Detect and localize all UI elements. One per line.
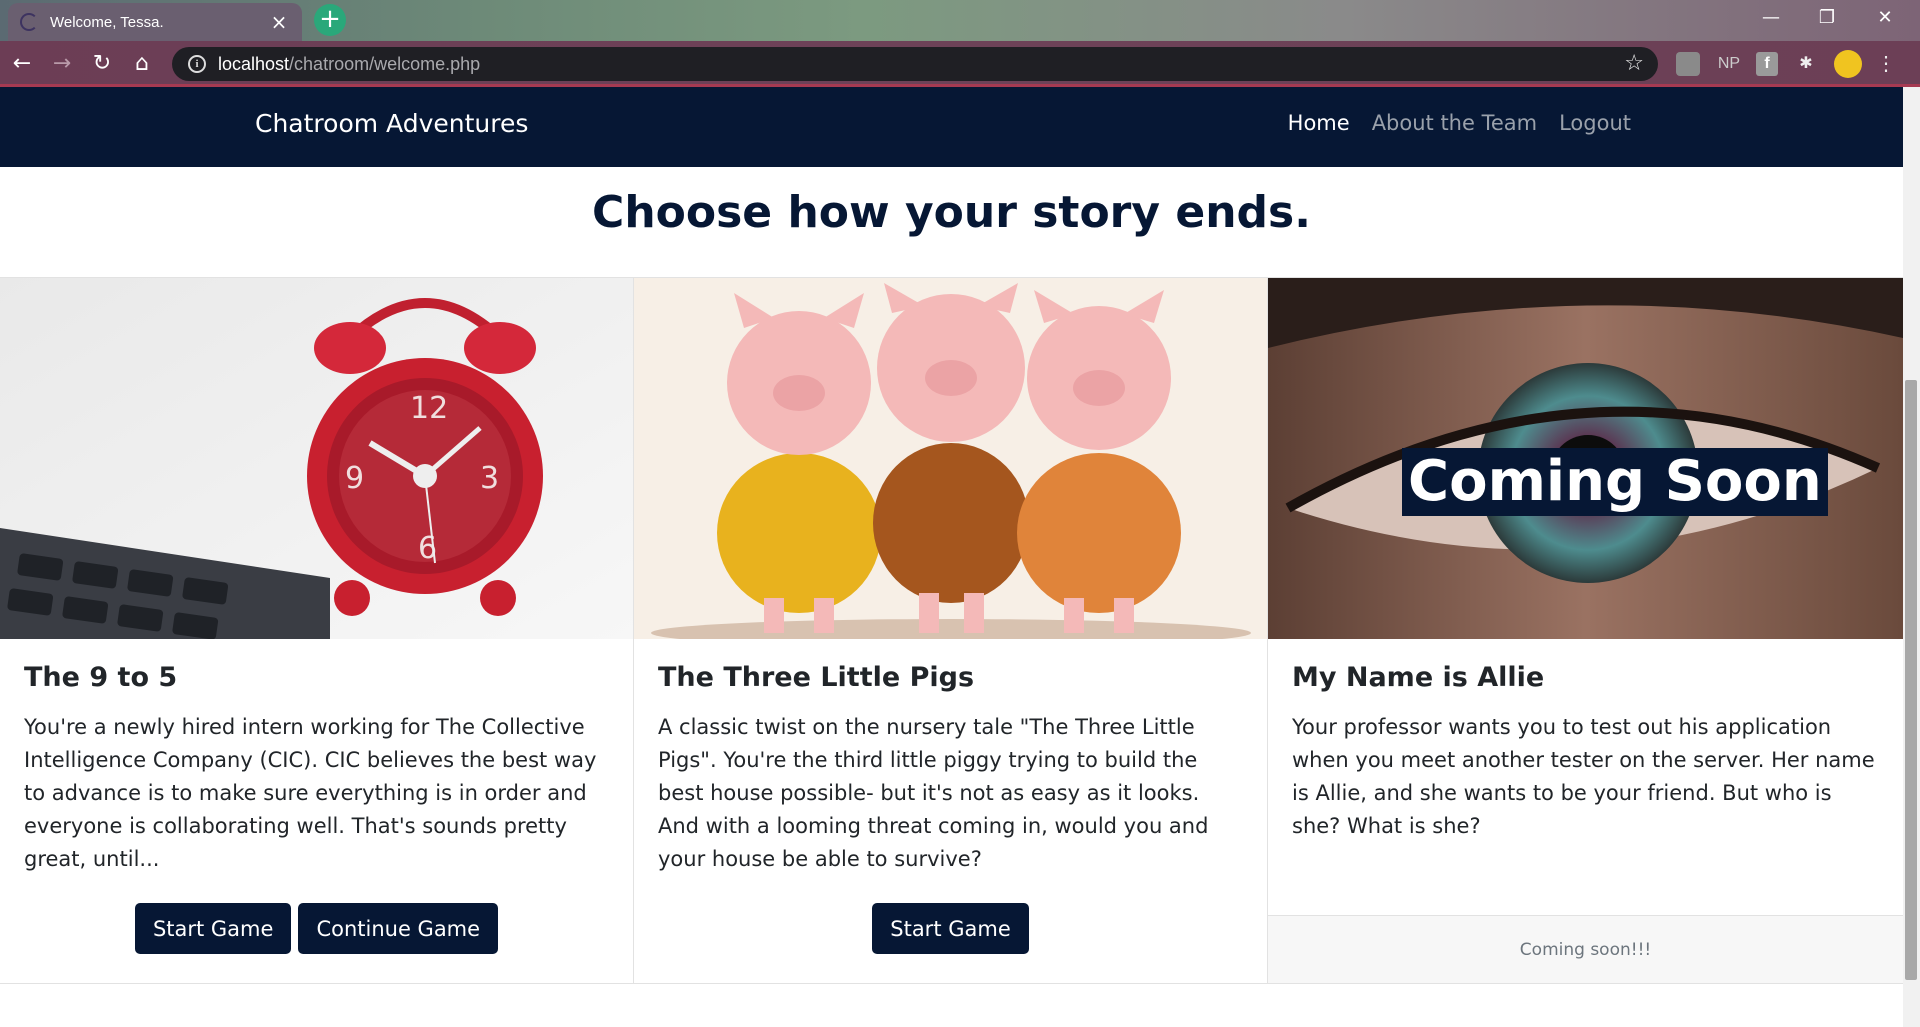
coming-soon-overlay: Coming Soon — [1402, 448, 1828, 516]
browser-tab[interactable]: Welcome, Tessa. × — [8, 3, 302, 41]
close-tab-icon[interactable]: × — [268, 10, 290, 34]
card-actions: Start Game Continue Game — [0, 903, 633, 954]
profile-avatar[interactable] — [1834, 50, 1862, 78]
minimize-button[interactable]: — — [1744, 0, 1798, 36]
continue-game-button[interactable]: Continue Game — [298, 903, 499, 954]
nav-link-logout[interactable]: Logout — [1559, 111, 1631, 135]
reload-button[interactable]: ↻ — [86, 48, 118, 80]
alarm-clock-image: 12 3 9 6 — [0, 278, 633, 639]
address-bar[interactable]: i localhost/chatroom/welcome.php ☆ — [172, 47, 1658, 81]
facebook-extension-icon[interactable]: f — [1756, 52, 1778, 76]
card-footer: Coming soon!!! — [1268, 915, 1903, 983]
story-card-9-to-5: 12 3 9 6 The 9 to 5 You're a newly hired… — [0, 278, 634, 983]
menu-kebab-icon[interactable]: ⋮ — [1876, 52, 1896, 76]
page-title: Choose how your story ends. — [592, 187, 1311, 238]
new-tab-button[interactable]: + — [314, 4, 346, 36]
back-button[interactable]: ← — [6, 48, 38, 80]
navbar-links: Home About the Team Logout — [1288, 111, 1631, 135]
svg-text:9: 9 — [345, 461, 364, 496]
tab-title: Welcome, Tessa. — [50, 13, 164, 31]
eye-image: Coming Soon — [1268, 278, 1903, 639]
card-title: The Three Little Pigs — [658, 662, 975, 693]
navbar-brand[interactable]: Chatroom Adventures — [255, 109, 528, 138]
forward-button[interactable]: → — [46, 48, 78, 80]
extension-np-icon[interactable]: NP — [1714, 52, 1744, 76]
story-card-my-name-is-allie: Coming Soon My Name is Allie Your profes… — [1268, 278, 1903, 983]
extensions-puzzle-icon[interactable]: ✱ — [1794, 52, 1818, 76]
home-button[interactable]: ⌂ — [126, 48, 158, 80]
site-info-icon[interactable]: i — [188, 55, 206, 73]
card-description: A classic twist on the nursery tale "The… — [658, 715, 1209, 871]
browser-tab-strip: Welcome, Tessa. × + — ❐ ✕ — [0, 0, 1920, 41]
site-navbar: Chatroom Adventures Home About the Team … — [0, 87, 1903, 167]
card-body: My Name is Allie Your professor wants yo… — [1292, 662, 1879, 843]
card-title: The 9 to 5 — [24, 662, 178, 693]
nav-link-home[interactable]: Home — [1288, 111, 1350, 135]
card-body: The Three Little Pigs A classic twist on… — [658, 662, 1243, 876]
story-card-three-little-pigs: The Three Little Pigs A classic twist on… — [634, 278, 1268, 983]
start-game-button[interactable]: Start Game — [134, 903, 292, 954]
url-host: localhost — [218, 53, 290, 74]
three-pigs-image — [634, 278, 1267, 639]
svg-text:3: 3 — [480, 461, 499, 496]
story-cards: 12 3 9 6 The 9 to 5 You're a newly hired… — [0, 277, 1903, 984]
start-game-button[interactable]: Start Game — [872, 903, 1029, 954]
svg-text:12: 12 — [410, 391, 448, 426]
loading-favicon-icon — [20, 13, 38, 31]
card-body: The 9 to 5 You're a newly hired intern w… — [24, 662, 609, 876]
bookmark-star-icon[interactable]: ☆ — [1624, 51, 1644, 76]
card-description: Your professor wants you to test out his… — [1292, 715, 1875, 838]
page-viewport: Chatroom Adventures Home About the Team … — [0, 87, 1903, 1027]
scrollbar-thumb[interactable] — [1905, 380, 1917, 980]
card-description: You're a newly hired intern working for … — [24, 715, 597, 871]
card-actions: Start Game — [634, 903, 1267, 954]
restore-button[interactable]: ❐ — [1800, 0, 1854, 36]
close-window-button[interactable]: ✕ — [1858, 0, 1912, 36]
card-title: My Name is Allie — [1292, 662, 1545, 693]
extension-icon[interactable] — [1676, 52, 1700, 76]
nav-link-about-team[interactable]: About the Team — [1372, 111, 1537, 135]
url-path: /chatroom/welcome.php — [289, 53, 481, 74]
browser-toolbar: ← → ↻ ⌂ i localhost/chatroom/welcome.php… — [0, 41, 1920, 87]
